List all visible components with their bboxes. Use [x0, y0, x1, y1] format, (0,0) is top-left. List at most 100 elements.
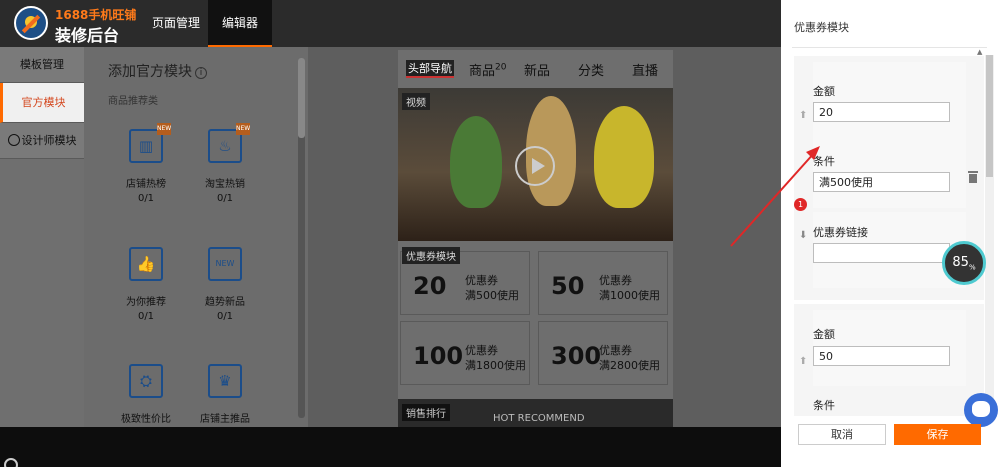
user-price-icon: ⛭ — [129, 364, 163, 398]
module-glyph: ♨ — [218, 137, 232, 155]
module-taobao-hot-sales[interactable]: ♨ NEW 淘宝热销 0/1 — [185, 123, 265, 204]
module-glyph: ▥ — [138, 137, 154, 155]
scroll-up-icon[interactable]: ▲ — [977, 48, 982, 56]
preview-tab-products[interactable]: 商品20 — [469, 60, 506, 79]
loading-icon — [4, 458, 18, 467]
sidebar-item-label: 模板管理 — [20, 58, 64, 71]
preview-tab-category[interactable]: 分类 — [578, 60, 604, 79]
module-name: 店铺热榜 — [126, 179, 166, 190]
module-glyph: 👍 — [136, 255, 156, 273]
modules-scrollbar[interactable] — [298, 58, 305, 418]
divider — [792, 47, 987, 48]
coupon-name: 优惠券 — [599, 274, 632, 287]
coupon-item: ⬆ 金额 条件 — [794, 304, 984, 416]
amount-field-group: 金额 — [813, 310, 966, 386]
scrollbar-thumb[interactable] — [298, 58, 305, 138]
play-icon[interactable] — [515, 146, 555, 186]
panel-scrollbar[interactable] — [985, 55, 994, 415]
amount-field-group: 金额 — [813, 62, 966, 138]
coupon-module[interactable]: 20 优惠券 满500使用 50 优惠券 满1000使用 100 优惠券 满18… — [398, 245, 673, 395]
amount-input[interactable] — [813, 346, 950, 366]
move-up-icon[interactable]: ⬆ — [799, 110, 807, 121]
section-label: 商品推荐类 — [108, 96, 158, 107]
save-button[interactable]: 保存 — [894, 424, 981, 445]
module-count: 0/1 — [216, 311, 234, 322]
preview-tab-live[interactable]: 直播 — [632, 60, 658, 79]
video-module[interactable]: 视频 — [398, 88, 673, 241]
link-field-group: 优惠券链接 — [813, 212, 966, 288]
hot-recommend-label: HOT RECOMMEND — [493, 413, 585, 424]
video-label: 视频 — [402, 93, 430, 110]
tab-page-management[interactable]: 页面管理 — [138, 0, 214, 47]
coupon-name: 优惠券 — [599, 344, 632, 357]
amount-input[interactable] — [813, 102, 950, 122]
brand-top: 1688手机旺铺 — [55, 8, 137, 22]
annotation-badge: 1 — [794, 198, 807, 211]
fire-icon: ♨ NEW — [208, 123, 250, 163]
coupon-name: 优惠券 — [465, 344, 498, 357]
new-badge: NEW — [157, 123, 171, 135]
coupon-amount: 20 — [413, 272, 447, 300]
module-count: 0/1 — [137, 311, 155, 322]
sidebar-item-designer-modules[interactable]: 设计师模块 — [0, 123, 84, 159]
performance-gauge[interactable]: 85% — [942, 241, 986, 285]
sidebar: 模板管理 官方模块 设计师模块 — [0, 47, 84, 427]
module-count: 0/1 — [137, 193, 155, 204]
module-name: 淘宝热销 — [205, 179, 245, 190]
coupon-name: 优惠券 — [465, 274, 498, 287]
module-recommend-for-you[interactable]: 👍 为你推荐 0/1 — [106, 247, 186, 322]
coupon-link-label: 优惠券链接 — [813, 226, 868, 239]
module-name: 趋势新品 — [205, 297, 245, 308]
panel-title: 优惠券模块 — [794, 21, 849, 34]
module-count: 0/1 — [216, 193, 234, 204]
module-store-featured[interactable]: ♛ 店铺主推品 — [185, 364, 265, 425]
module-glyph: NEW — [215, 259, 235, 268]
coupon-card[interactable]: 100 优惠券 满1800使用 — [400, 321, 530, 385]
bottom-bar — [0, 427, 781, 467]
condition-label: 条件 — [813, 155, 835, 168]
preview-tab-header-nav[interactable]: 头部导航 — [406, 60, 454, 78]
condition-input[interactable] — [813, 172, 950, 192]
cancel-button[interactable]: 取消 — [798, 424, 886, 445]
coupon-condition: 满2800使用 — [599, 359, 660, 372]
preview-tabs: 头部导航 商品20 新品 分类 直播 — [398, 50, 673, 86]
coupon-link-input[interactable] — [813, 243, 950, 263]
condition-field-group: 条件 — [813, 138, 966, 208]
preview-tab-label: 商品 — [469, 64, 496, 79]
amount-label: 金额 — [813, 328, 835, 341]
assistant-mascot-icon[interactable] — [964, 393, 998, 427]
tab-editor[interactable]: 编辑器 — [208, 0, 273, 47]
sidebar-item-template-management[interactable]: 模板管理 — [0, 47, 84, 83]
module-best-value[interactable]: ⛭ 极致性价比 — [106, 364, 186, 425]
user-icon — [7, 134, 20, 146]
sidebar-item-label: 设计师模块 — [21, 134, 77, 147]
module-store-hot-list[interactable]: ▥ NEW 店铺热榜 0/1 — [106, 123, 186, 204]
coupon-condition: 满500使用 — [465, 289, 519, 302]
info-icon[interactable]: i — [195, 67, 207, 79]
logo-icon — [14, 6, 48, 40]
module-name: 极致性价比 — [121, 414, 171, 425]
sidebar-item-label: 官方模块 — [21, 96, 66, 109]
brand-bottom: 装修后台 — [55, 26, 120, 45]
coupon-card[interactable]: 300 优惠券 满2800使用 — [538, 321, 668, 385]
coupon-amount: 100 — [413, 342, 464, 370]
gauge-value: 85 — [952, 255, 969, 270]
product-count: 20 — [495, 62, 507, 73]
coupon-module-label: 优惠券模块 — [402, 247, 460, 264]
new-badge: NEW — [236, 123, 250, 135]
coupon-card[interactable]: 50 优惠券 满1000使用 — [538, 251, 668, 315]
move-up-icon[interactable]: ⬆ — [799, 356, 807, 367]
sidebar-item-official-modules[interactable]: 官方模块 — [0, 83, 84, 123]
move-down-icon[interactable]: ⬇ — [799, 230, 807, 241]
module-trend-new[interactable]: NEW 趋势新品 0/1 — [185, 247, 265, 322]
module-name: 为你推荐 — [126, 297, 166, 308]
scrollbar-thumb[interactable] — [986, 55, 993, 177]
module-glyph: ⛭ — [139, 372, 152, 390]
modules-panel-title: 添加官方模块 i — [108, 61, 207, 81]
preview-tab-new[interactable]: 新品 — [524, 60, 550, 79]
gauge-unit: % — [968, 263, 976, 272]
module-glyph: ♛ — [218, 372, 232, 390]
coupon-condition: 满1800使用 — [465, 359, 526, 372]
sales-ranking-module[interactable]: 销售排行 HOT RECOMMEND — [398, 399, 673, 427]
trash-icon[interactable] — [968, 171, 978, 183]
